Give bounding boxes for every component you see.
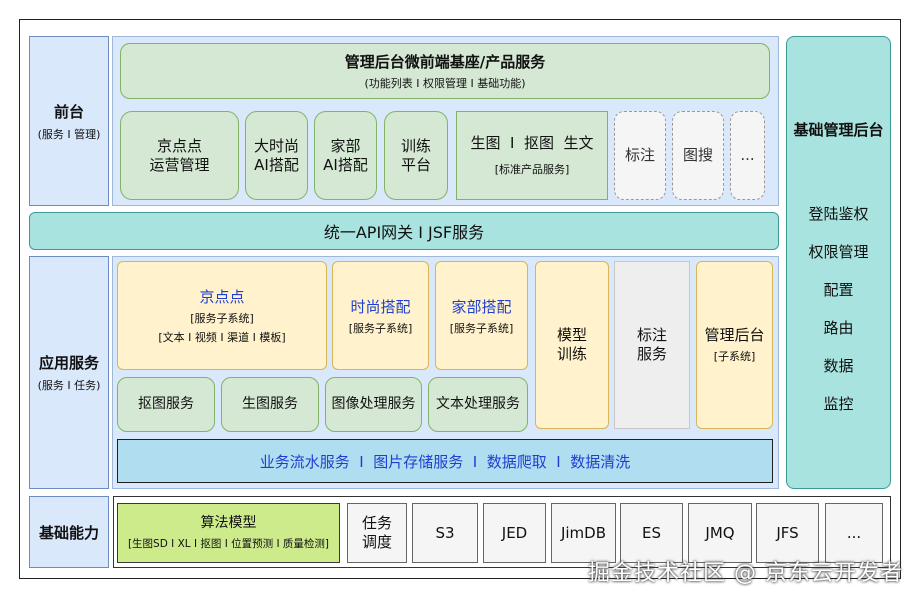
- api-gateway-bar: 统一API网关 I JSF服务: [29, 212, 779, 250]
- frontend-title: 前台: [53, 102, 84, 121]
- jdd-service-sub: [服务子系统]: [190, 312, 254, 325]
- jdd-service-box: 京点点 [服务子系统] [文本 I 视频 I 渠道 I 模板]: [117, 261, 327, 370]
- base-admin-panel: 基础管理后台 登陆鉴权 权限管理 配置 路由 数据 监控: [786, 36, 891, 489]
- s3-box: S3: [412, 503, 478, 563]
- frontend-layer-label: 前台 (服务 I 管理): [29, 36, 109, 206]
- jfs-box: JFS: [756, 503, 819, 563]
- algorithm-model-title: 算法模型: [200, 514, 257, 531]
- admin-subsystem-box: 管理后台 [子系统]: [696, 261, 773, 429]
- business-bus-bar: 业务流水服务 I 图片存储服务 I 数据爬取 I 数据清洗: [117, 439, 773, 483]
- algorithm-model-sub: [生图SD I XL I 抠图 I 位置预测 I 质量检测]: [127, 538, 330, 551]
- admin-item-permission: 权限管理: [808, 243, 869, 261]
- app-sub: (服务 I 任务): [37, 379, 101, 392]
- frontend-more: ...: [730, 111, 765, 200]
- jdd-service-sub2: [文本 I 视频 I 渠道 I 模板]: [158, 331, 286, 344]
- base-more-box: ...: [825, 503, 883, 563]
- admin-subsystem-title: 管理后台: [704, 326, 765, 345]
- image-gen-service: 生图服务: [221, 377, 319, 432]
- admin-item-data: 数据: [823, 357, 854, 375]
- es-box: ES: [620, 503, 683, 563]
- watermark-text: 掘金技术社区 @ 京东云开发者: [588, 561, 903, 586]
- admin-item-monitor: 监控: [823, 395, 854, 413]
- microfrontend-box: 管理后台微前端基座/产品服务 (功能列表 I 权限管理 I 基础功能): [120, 43, 770, 99]
- admin-item-routing: 路由: [823, 319, 854, 337]
- admin-item-auth: 登陆鉴权: [808, 205, 869, 223]
- base-admin-title: 基础管理后台: [793, 121, 884, 139]
- task-scheduling-box: 任务 调度: [347, 503, 407, 563]
- microfrontend-sub: (功能列表 I 权限管理 I 基础功能): [364, 77, 526, 90]
- home-service-sub: [服务子系统]: [449, 322, 514, 335]
- frontend-app-training: 训练 平台: [384, 111, 448, 200]
- standard-product-box: 生图 I 抠图 生文 [标准产品服务]: [456, 111, 608, 200]
- jimdb-box: JimDB: [551, 503, 616, 563]
- fashion-service-box: 时尚搭配 [服务子系统]: [332, 261, 429, 370]
- jed-box: JED: [483, 503, 546, 563]
- app-title: 应用服务: [38, 354, 99, 372]
- image-processing-service: 图像处理服务: [325, 377, 422, 432]
- text-processing-service: 文本处理服务: [428, 377, 528, 432]
- base-layer-label: 基础能力: [29, 496, 109, 568]
- standard-product-sub: [标准产品服务]: [494, 162, 570, 176]
- fashion-service-sub: [服务子系统]: [348, 322, 413, 335]
- jmq-box: JMQ: [688, 503, 752, 563]
- api-gateway-label: 统一API网关 I JSF服务: [323, 223, 485, 242]
- home-service-box: 家部搭配 [服务子系统]: [435, 261, 528, 370]
- jdd-service-title: 京点点: [199, 288, 245, 306]
- frontend-label-tool: 标注: [614, 111, 666, 200]
- label-service-box: 标注 服务: [614, 261, 690, 429]
- frontend-image-search: 图搜: [672, 111, 724, 200]
- business-bus-label: 业务流水服务 I 图片存储服务 I 数据爬取 I 数据清洗: [259, 452, 631, 471]
- frontend-app-jdd: 京点点 运营管理: [120, 111, 239, 200]
- cutout-service: 抠图服务: [117, 377, 215, 432]
- home-service-title: 家部搭配: [451, 298, 512, 316]
- frontend-app-fashion: 大时尚 AI搭配: [245, 111, 308, 200]
- frontend-app-home: 家部 AI搭配: [314, 111, 377, 200]
- base-title: 基础能力: [38, 523, 99, 542]
- base-admin-items: 登陆鉴权 权限管理 配置 路由 数据 监控: [787, 195, 890, 423]
- fashion-service-title: 时尚搭配: [350, 298, 411, 316]
- standard-product-title: 生图 I 抠图 生文: [470, 134, 594, 153]
- admin-item-config: 配置: [823, 281, 854, 299]
- app-layer-label: 应用服务 (服务 I 任务): [29, 256, 109, 489]
- model-training-box: 模型 训练: [535, 261, 609, 429]
- microfrontend-title: 管理后台微前端基座/产品服务: [344, 53, 546, 71]
- frontend-sub: (服务 I 管理): [37, 127, 101, 141]
- admin-subsystem-sub: [子系统]: [713, 349, 756, 363]
- algorithm-model-box: 算法模型 [生图SD I XL I 抠图 I 位置预测 I 质量检测]: [117, 503, 340, 563]
